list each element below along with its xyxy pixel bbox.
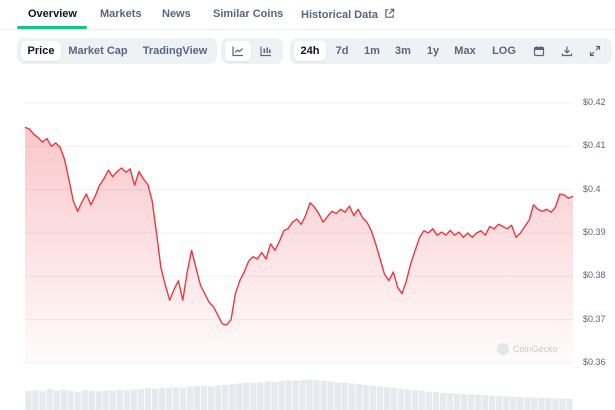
volume-bar xyxy=(292,380,299,410)
volume-bar xyxy=(362,384,369,410)
y-axis-tick-label: $0.38 xyxy=(583,270,606,281)
volume-bar xyxy=(81,390,88,410)
volume-bar xyxy=(566,398,573,410)
volume-bar xyxy=(341,382,348,410)
y-axis-tick-label: $0.41 xyxy=(583,140,606,151)
volume-bar xyxy=(39,391,46,410)
volume-bar xyxy=(172,387,180,410)
volume-bar xyxy=(179,387,187,410)
volume-bar xyxy=(468,394,475,410)
y-axis-tick-label: $0.37 xyxy=(583,313,606,324)
watermark-text: CoinGecko xyxy=(513,344,558,354)
coingecko-logo-icon xyxy=(497,343,509,355)
volume-bar xyxy=(144,388,152,410)
volume-bar xyxy=(67,391,74,410)
volume-bar xyxy=(250,383,257,410)
volume-bar xyxy=(88,391,95,410)
volume-bar xyxy=(383,387,390,410)
volume-bar xyxy=(552,398,559,410)
volume-bar xyxy=(53,390,60,410)
volume-bar xyxy=(503,396,510,410)
volume-bar xyxy=(74,391,81,410)
volume-bar xyxy=(460,394,468,410)
volume-bar xyxy=(545,398,552,410)
volume-bar xyxy=(531,397,538,410)
volume-bar xyxy=(425,391,433,410)
volume-bar xyxy=(299,379,306,410)
coingecko-watermark: CoinGecko xyxy=(497,343,558,355)
volume-bar xyxy=(109,391,116,410)
volume-bar xyxy=(327,381,334,410)
volume-bar xyxy=(306,379,313,410)
volume-bar xyxy=(165,387,173,410)
volume-bar xyxy=(102,390,109,410)
volume-bar xyxy=(453,393,461,410)
volume-bar xyxy=(236,383,243,410)
volume-bar xyxy=(439,392,447,410)
volume-bar xyxy=(243,382,250,410)
volume-bar xyxy=(348,383,355,410)
volume-bar xyxy=(524,397,531,410)
volume-bar xyxy=(397,388,404,410)
volume-bar xyxy=(313,380,320,410)
volume-bar xyxy=(334,382,341,410)
volume-bar xyxy=(510,396,517,410)
volume-bar xyxy=(137,389,145,410)
volume-bar xyxy=(222,384,229,410)
y-axis-tick-label: $0.42 xyxy=(583,97,606,107)
volume-bar xyxy=(559,398,566,410)
volume-bar xyxy=(446,393,454,410)
volume-bar xyxy=(32,390,39,410)
volume-bar xyxy=(517,397,524,410)
volume-bar xyxy=(418,391,426,410)
volume-bar xyxy=(25,391,32,410)
y-axis-tick-label: $0.36 xyxy=(583,357,606,367)
price-area-fill xyxy=(25,127,573,363)
volume-bar xyxy=(46,389,53,410)
volume-bar xyxy=(482,395,489,410)
volume-bar xyxy=(95,391,102,410)
volume-bar xyxy=(123,390,130,410)
volume-bar xyxy=(151,388,159,410)
y-axis-tick-label: $0.4 xyxy=(583,183,601,194)
volume-bar xyxy=(411,390,419,410)
volume-bar xyxy=(215,385,222,410)
volume-bar xyxy=(278,381,285,410)
volume-bar xyxy=(208,386,215,410)
volume-bar xyxy=(116,389,123,410)
volume-bar xyxy=(60,389,67,410)
volume-bar xyxy=(390,387,397,410)
volume-bar xyxy=(194,386,201,410)
volume-bar xyxy=(271,381,278,410)
volume-bar xyxy=(320,380,327,410)
volume-bar xyxy=(496,395,503,410)
volume-bar xyxy=(130,389,138,410)
volume-bar xyxy=(186,386,194,410)
volume-bar xyxy=(229,384,236,410)
volume-bar xyxy=(369,385,376,410)
volume-bar xyxy=(376,386,383,410)
volume-bar xyxy=(475,394,482,410)
volume-bar xyxy=(158,387,166,410)
volume-bar xyxy=(432,392,440,410)
volume-bar xyxy=(257,382,264,410)
volume-bar xyxy=(489,395,496,410)
volume-bar xyxy=(538,397,545,410)
volume-bar xyxy=(285,380,292,410)
volume-bar xyxy=(201,385,208,410)
y-axis-tick-label: $0.39 xyxy=(583,227,606,237)
volume-bar xyxy=(264,381,271,410)
volume-bar xyxy=(404,389,412,410)
volume-bar xyxy=(355,384,362,410)
